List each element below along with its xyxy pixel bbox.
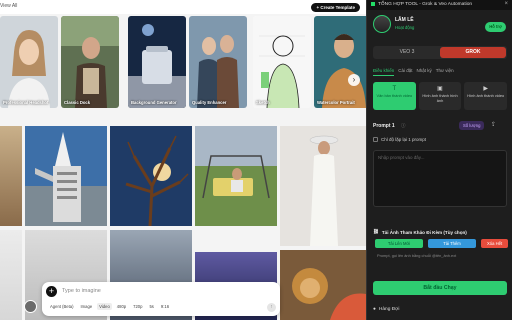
- repeat-checkbox[interactable]: Chỉ độ lặp lại 1 prompt: [373, 137, 426, 142]
- text-icon: T: [392, 86, 397, 92]
- gallery-topbar: View All + Create Template: [0, 0, 366, 14]
- prompt-placeholder: Nhập prompt vào đây...: [378, 155, 425, 160]
- video-icon: ▶: [483, 86, 488, 92]
- woman-image: [280, 126, 366, 246]
- checkbox-icon[interactable]: [373, 137, 378, 142]
- reference-title: Tải Ảnh Tham Khảo Đi Kèm (Tùy chọn): [381, 229, 467, 235]
- upload-more-button[interactable]: Tải Thêm: [428, 239, 476, 248]
- clear-all-button[interactable]: Xóa Hết: [481, 239, 509, 248]
- prompt-textarea[interactable]: Nhập prompt vào đây...: [373, 150, 507, 207]
- info-icon[interactable]: ⓘ: [401, 123, 406, 129]
- template-thumbnail: [314, 16, 366, 108]
- automation-panel: TỔNG HỢP TOOL - Grok & Veo Automation × …: [366, 0, 512, 320]
- mode-label: Hình ảnh thành video: [467, 93, 505, 98]
- add-attachment-button[interactable]: +: [46, 286, 57, 297]
- reference-buttons: Tải Lên Mới Tải Thêm Xóa Hết: [375, 239, 509, 248]
- queue-icon: ●: [373, 307, 376, 312]
- template-thumbnail: [0, 16, 58, 108]
- reference-section-title: ⛓ Tải Ảnh Tham Khảo Đi Kèm (Tùy chọn): [373, 229, 467, 235]
- app-icon: [371, 1, 375, 6]
- window-title: TỔNG HỢP TOOL - Grok & Veo Automation: [378, 2, 473, 7]
- mode-label: Văn bản thành video: [376, 93, 413, 98]
- template-caption: Classic Dock: [64, 100, 91, 105]
- user-status: Hoạt động: [395, 25, 415, 30]
- tab-settings[interactable]: Cài đặt: [398, 68, 412, 76]
- grid-image[interactable]: [195, 126, 277, 226]
- mode-image-to-video[interactable]: ▶ Hình ảnh thành video: [464, 82, 508, 110]
- tab-log[interactable]: Nhật ký: [417, 68, 432, 76]
- template-card[interactable]: Quality Enhancer: [189, 16, 247, 108]
- image-icon: ▣: [437, 86, 443, 92]
- quantity-selector[interactable]: Số lượng: [459, 121, 485, 130]
- grid-image[interactable]: [0, 126, 22, 226]
- carousel-next-icon[interactable]: ›: [348, 74, 360, 86]
- tab-library[interactable]: Thư viện: [436, 68, 454, 76]
- close-icon[interactable]: ×: [504, 1, 508, 7]
- option-720p[interactable]: 720p: [131, 303, 144, 310]
- support-button[interactable]: Hỗ trợ: [485, 22, 506, 32]
- grid-image[interactable]: [0, 230, 22, 320]
- link-icon: ⛓: [373, 229, 379, 234]
- create-template-button[interactable]: + Create Template: [311, 3, 360, 12]
- option-image[interactable]: Image: [79, 303, 95, 310]
- option-video[interactable]: Video: [97, 303, 112, 310]
- prompt-bar: + Type to imagine Agent (Beta) Image Vid…: [42, 282, 280, 316]
- tower-image: [25, 126, 107, 226]
- create-template-label: + Create Template: [316, 5, 355, 10]
- template-thumbnail: [128, 16, 186, 108]
- template-carousel: Professional Headshot Classic Dock Backg: [0, 16, 366, 108]
- grid-image[interactable]: [25, 126, 107, 226]
- view-all-link[interactable]: View All: [0, 3, 17, 9]
- template-card[interactable]: Watercolor Portrait: [314, 16, 366, 108]
- template-thumbnail: [189, 16, 247, 108]
- mode-image-to-image[interactable]: ▣ Hình ảnh thành hình ảnh: [418, 82, 462, 110]
- send-icon[interactable]: ↑: [267, 303, 276, 312]
- reference-hint: Prompt, gọi lên ảnh bằng chuỗi @tên_ảnh.…: [377, 253, 457, 258]
- prompt-input[interactable]: Type to imagine: [62, 288, 101, 294]
- swing-image: [195, 126, 277, 226]
- queue-label: Hàng Đợi: [378, 307, 400, 312]
- engine-switch: VEO 3 GROK: [373, 46, 507, 59]
- template-caption: Watercolor Portrait: [317, 100, 355, 105]
- mode-text-to-video[interactable]: T Văn bản thành video: [373, 82, 416, 110]
- lion-image: [280, 250, 366, 320]
- user-name: LÂM LÊ: [395, 17, 414, 23]
- avatar[interactable]: [24, 300, 37, 313]
- avatar: [373, 15, 391, 33]
- tab-control[interactable]: Điều khiển: [373, 68, 395, 76]
- option-agent[interactable]: Agent (Beta): [48, 303, 76, 310]
- tab-veo3[interactable]: VEO 3: [374, 47, 440, 58]
- grid-image[interactable]: [280, 250, 366, 320]
- template-caption: Professional Headshot: [3, 100, 49, 105]
- start-button[interactable]: Bắt đầu Chạy: [373, 281, 507, 295]
- option-duration[interactable]: 5s: [147, 303, 155, 310]
- template-caption: Background Generator: [131, 100, 177, 105]
- prompt-options: Agent (Beta) Image Video 480p 720p 5s 9:…: [48, 303, 171, 310]
- template-card[interactable]: Background Generator: [128, 16, 186, 108]
- queue-toggle[interactable]: ● Hàng Đợi: [373, 307, 399, 312]
- tree-image: [110, 126, 192, 226]
- window-title-bar: TỔNG HỢP TOOL - Grok & Veo Automation: [367, 0, 512, 10]
- template-caption: Sketch: [256, 100, 270, 105]
- grid-image[interactable]: [110, 126, 192, 226]
- template-thumbnail: [253, 16, 311, 108]
- template-card[interactable]: Classic Dock: [61, 16, 119, 108]
- template-thumbnail: [61, 16, 119, 108]
- panel-tabs: Điều khiển Cài đặt Nhật ký Thư viện: [373, 68, 454, 76]
- template-card[interactable]: Professional Headshot: [0, 16, 58, 108]
- template-caption: Quality Enhancer: [192, 100, 227, 105]
- mode-label: Hình ảnh thành hình ảnh: [422, 93, 458, 103]
- generation-modes: T Văn bản thành video ▣ Hình ảnh thành h…: [373, 82, 508, 110]
- upload-new-button[interactable]: Tải Lên Mới: [375, 239, 423, 248]
- template-card[interactable]: Sketch: [253, 16, 311, 108]
- prompt-label: Prompt 1: [373, 123, 395, 129]
- option-480p[interactable]: 480p: [115, 303, 128, 310]
- option-aspect[interactable]: 9:16: [159, 303, 171, 310]
- checkbox-label: Chỉ độ lặp lại 1 prompt: [381, 137, 427, 142]
- upload-icon[interactable]: ⇪: [491, 121, 496, 128]
- grid-image[interactable]: [280, 126, 366, 246]
- gallery-area: View All + Create Template Professional …: [0, 0, 366, 320]
- tab-grok[interactable]: GROK: [440, 47, 506, 58]
